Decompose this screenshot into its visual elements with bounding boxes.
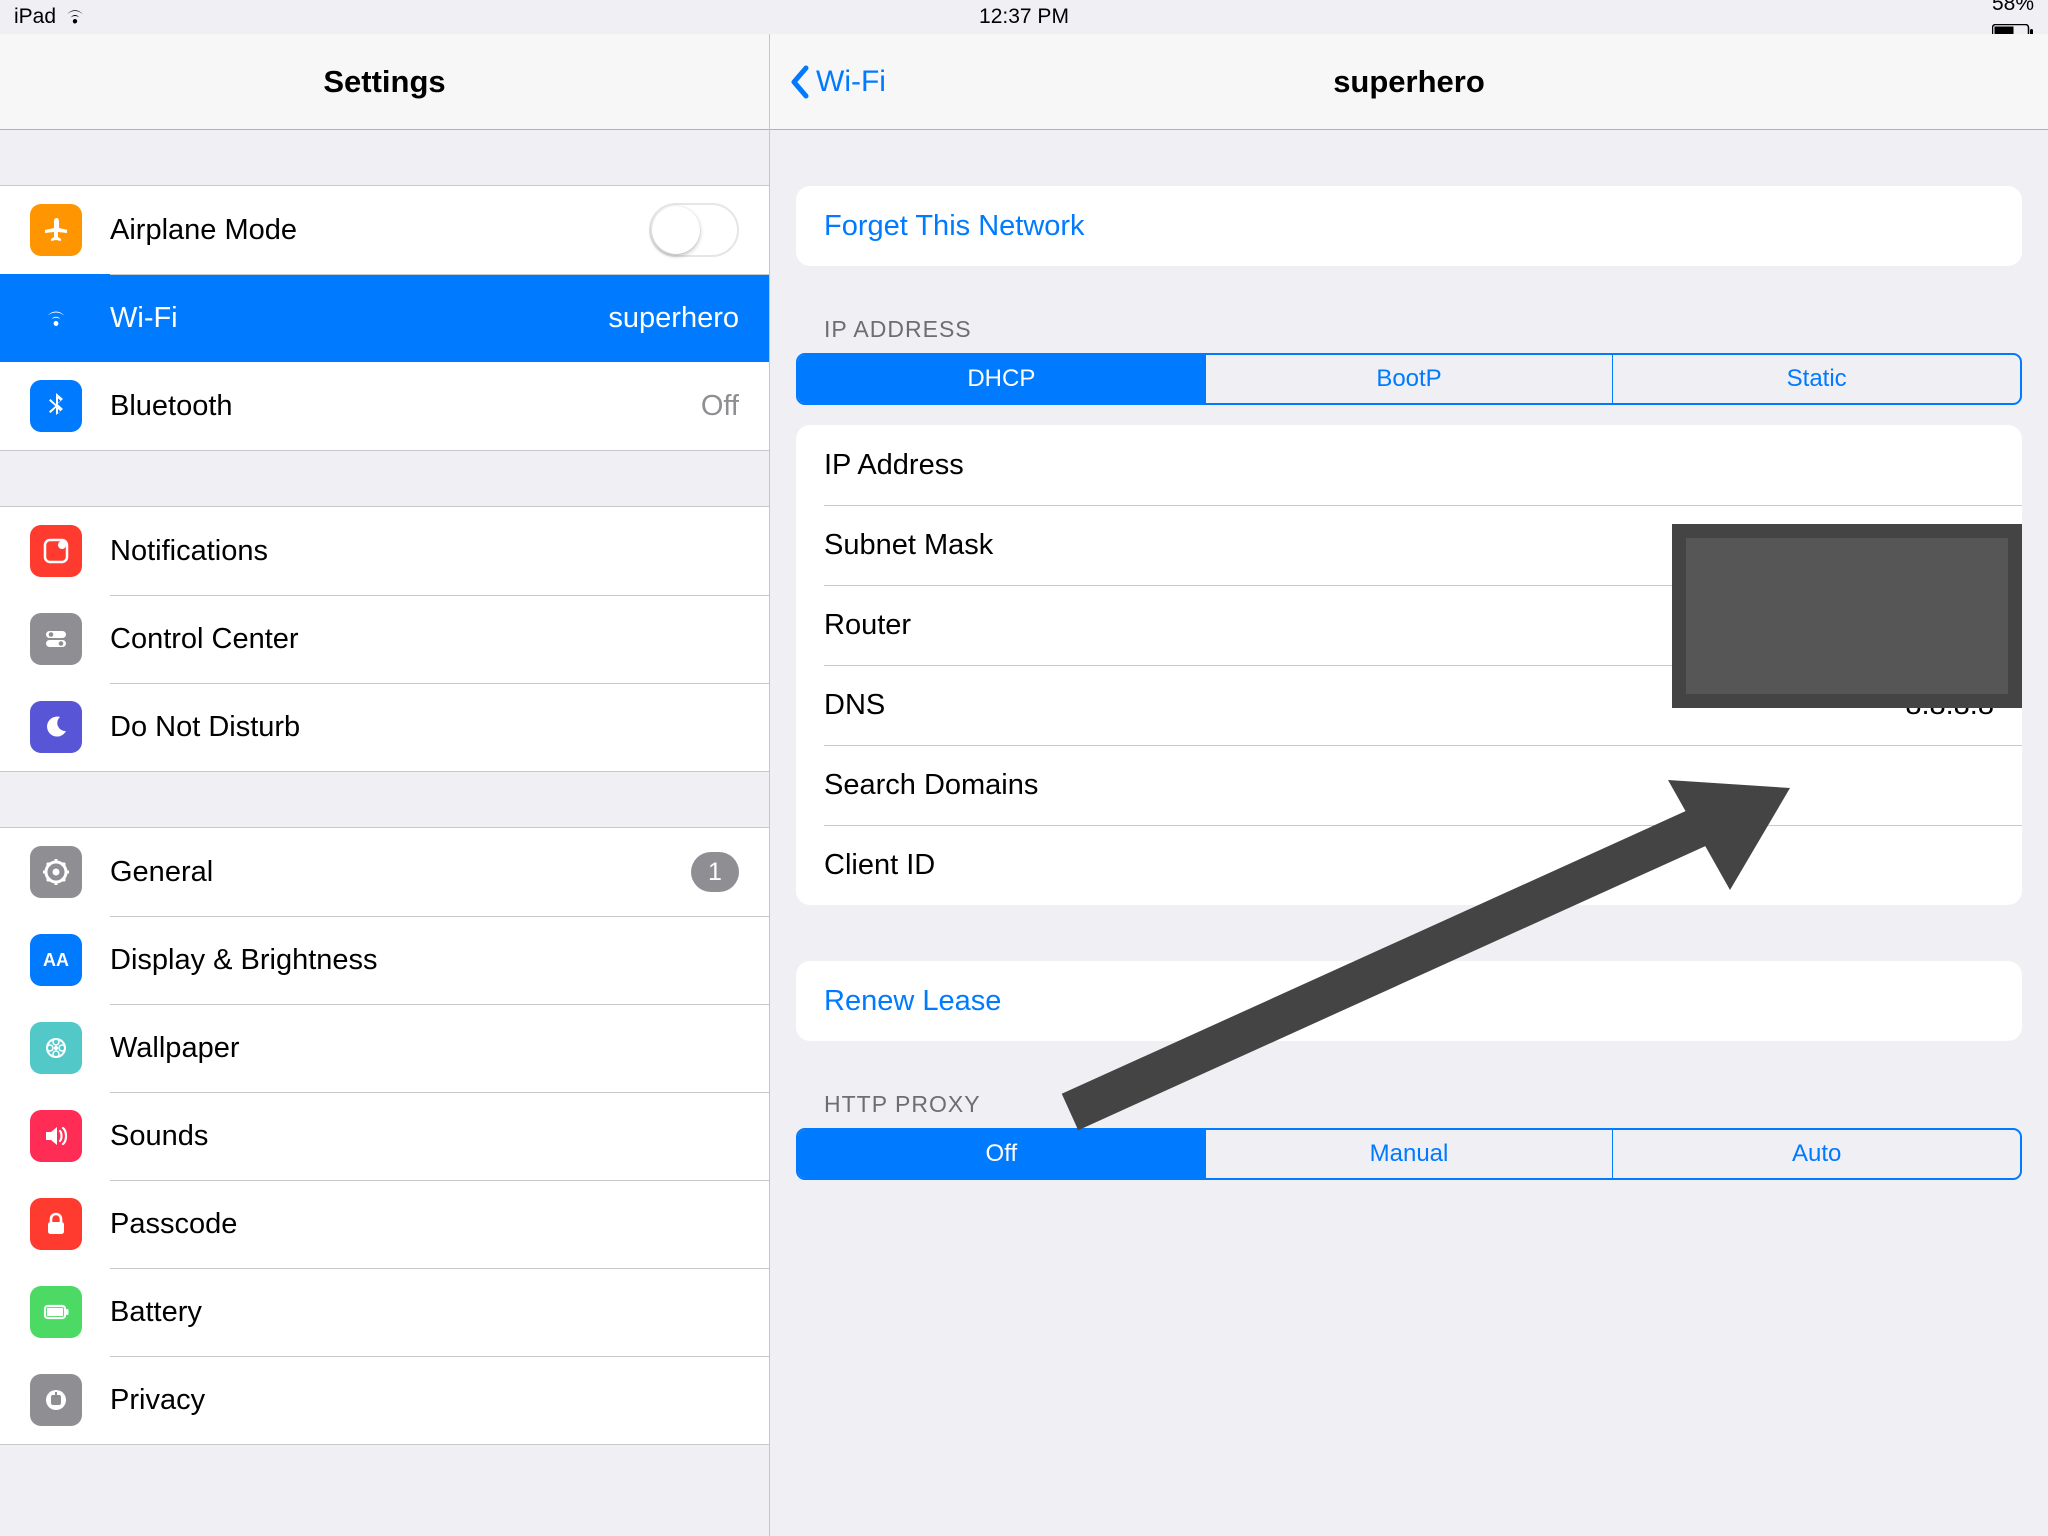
wallpaper-icon (30, 1022, 82, 1074)
row-search-domains[interactable]: Search Domains (796, 745, 2022, 825)
seg-static[interactable]: Static (1612, 355, 2020, 403)
row-client-id[interactable]: Client ID (796, 825, 2022, 905)
sidebar-item-wifi[interactable]: Wi-Fi superhero (0, 274, 769, 362)
sidebar-item-label: Notifications (110, 535, 268, 568)
sidebar-item-detail: Off (701, 390, 739, 423)
airplane-toggle[interactable] (649, 203, 739, 257)
sidebar-item-wallpaper[interactable]: Wallpaper (0, 1004, 769, 1092)
seg-bootp[interactable]: BootP (1205, 355, 1613, 403)
detail-pane: Wi-Fi superhero Forget This Network IP A… (770, 34, 2048, 1536)
sidebar-item-battery[interactable]: Battery (0, 1268, 769, 1356)
seg-dhcp[interactable]: DHCP (798, 355, 1205, 403)
sidebar-item-airplane-mode[interactable]: Airplane Mode (0, 186, 769, 274)
sounds-icon (30, 1110, 82, 1162)
detail-title: superhero (770, 64, 2048, 100)
bluetooth-icon (30, 380, 82, 432)
sidebar-item-notifications[interactable]: Notifications (0, 507, 769, 595)
sidebar-item-label: Privacy (110, 1384, 205, 1417)
battery-settings-icon (30, 1286, 82, 1338)
sidebar-item-label: Sounds (110, 1120, 208, 1153)
sidebar-item-label: Bluetooth (110, 390, 233, 423)
settings-sidebar: Settings Airplane Mode Wi-Fi superhero B… (0, 34, 770, 1536)
sidebar-item-detail: superhero (608, 302, 739, 335)
control-center-icon (30, 613, 82, 665)
sidebar-item-do-not-disturb[interactable]: Do Not Disturb (0, 683, 769, 771)
sidebar-group-1: Notifications Control Center Do Not Dist… (0, 506, 769, 772)
ip-address-header: IP Address (824, 316, 2022, 343)
detail-header: Wi-Fi superhero (770, 34, 2048, 130)
airplane-icon (30, 204, 82, 256)
sidebar-item-label: Control Center (110, 623, 299, 656)
seg-proxy-manual[interactable]: Manual (1205, 1130, 1613, 1178)
status-bar: iPad 12:37 PM 58% (0, 0, 2048, 34)
sidebar-item-general[interactable]: General 1 (0, 828, 769, 916)
proxy-segment: Off Manual Auto (796, 1128, 2022, 1180)
sidebar-item-label: General (110, 856, 213, 889)
lock-icon (30, 1198, 82, 1250)
forget-network-label: Forget This Network (824, 210, 1085, 243)
ip-config-segment: DHCP BootP Static (796, 353, 2022, 405)
clock: 12:37 PM (0, 5, 2048, 29)
sidebar-item-label: Wi-Fi (110, 302, 178, 335)
sidebar-item-display-brightness[interactable]: AA Display & Brightness (0, 916, 769, 1004)
battery-pct: 58% (1992, 0, 2034, 16)
do-not-disturb-icon (30, 701, 82, 753)
redaction-overlay (1672, 524, 2022, 708)
svg-text:AA: AA (43, 950, 69, 970)
sidebar-item-label: Passcode (110, 1208, 237, 1241)
seg-proxy-auto[interactable]: Auto (1612, 1130, 2020, 1178)
seg-proxy-off[interactable]: Off (798, 1130, 1205, 1178)
forget-network-card: Forget This Network (796, 186, 2022, 266)
privacy-icon (30, 1374, 82, 1426)
sidebar-item-label: Wallpaper (110, 1032, 239, 1065)
sidebar-title: Settings (323, 64, 445, 100)
renew-lease-label: Renew Lease (824, 985, 1001, 1018)
renew-lease-button[interactable]: Renew Lease (796, 961, 2022, 1041)
sidebar-item-label: Battery (110, 1296, 202, 1329)
forget-network-button[interactable]: Forget This Network (796, 186, 2022, 266)
badge: 1 (691, 852, 739, 892)
sidebar-item-privacy[interactable]: Privacy (0, 1356, 769, 1444)
display-brightness-icon: AA (30, 934, 82, 986)
sidebar-item-control-center[interactable]: Control Center (0, 595, 769, 683)
sidebar-group-2: General 1 AA Display & Brightness Wallpa… (0, 827, 769, 1445)
row-ip-address[interactable]: IP Address (796, 425, 2022, 505)
sidebar-header: Settings (0, 34, 769, 130)
sidebar-item-label: Airplane Mode (110, 214, 297, 247)
http-proxy-header: HTTP Proxy (824, 1091, 2022, 1118)
sidebar-item-label: Do Not Disturb (110, 711, 300, 744)
renew-lease-card: Renew Lease (796, 961, 2022, 1041)
sidebar-group-0: Airplane Mode Wi-Fi superhero Bluetooth … (0, 185, 769, 451)
wifi-icon (30, 292, 82, 344)
sidebar-item-sounds[interactable]: Sounds (0, 1092, 769, 1180)
sidebar-item-label: Display & Brightness (110, 944, 378, 977)
sidebar-item-bluetooth[interactable]: Bluetooth Off (0, 362, 769, 450)
notifications-icon (30, 525, 82, 577)
gear-icon (30, 846, 82, 898)
sidebar-item-passcode[interactable]: Passcode (0, 1180, 769, 1268)
